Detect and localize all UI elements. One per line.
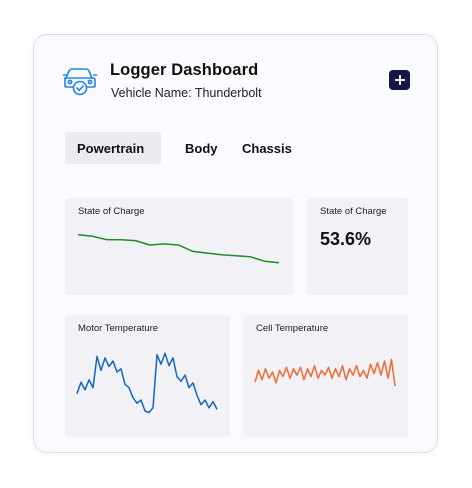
soc-metric-title: State of Charge <box>320 206 387 217</box>
soc-series-line <box>77 233 280 264</box>
vehicle-name-label: Vehicle Name: Thunderbolt <box>111 86 262 100</box>
soc-line-chart <box>77 233 280 264</box>
motor-temp-line-chart <box>76 352 218 414</box>
soc-metric-tile: State of Charge 53.6% <box>307 198 408 295</box>
cell-temp-series-line <box>254 358 396 387</box>
motor-temp-tile: Motor Temperature <box>65 315 230 437</box>
cell-temp-line-chart <box>254 358 396 387</box>
dashboard-card: Logger Dashboard Vehicle Name: Thunderbo… <box>33 34 438 453</box>
tab-powertrain[interactable]: Powertrain <box>65 132 161 164</box>
car-check-icon <box>63 68 98 96</box>
tab-chassis[interactable]: Chassis <box>242 132 292 164</box>
soc-metric-value: 53.6% <box>320 229 372 249</box>
page-title: Logger Dashboard <box>110 61 259 79</box>
add-button[interactable] <box>389 70 410 90</box>
soc-chart-tile: State of Charge <box>65 198 293 295</box>
cell-temp-tile: Cell Temperature <box>243 315 408 437</box>
plus-icon <box>394 75 405 85</box>
motor-temp-series-line <box>76 352 218 414</box>
tab-body[interactable]: Body <box>185 132 218 164</box>
